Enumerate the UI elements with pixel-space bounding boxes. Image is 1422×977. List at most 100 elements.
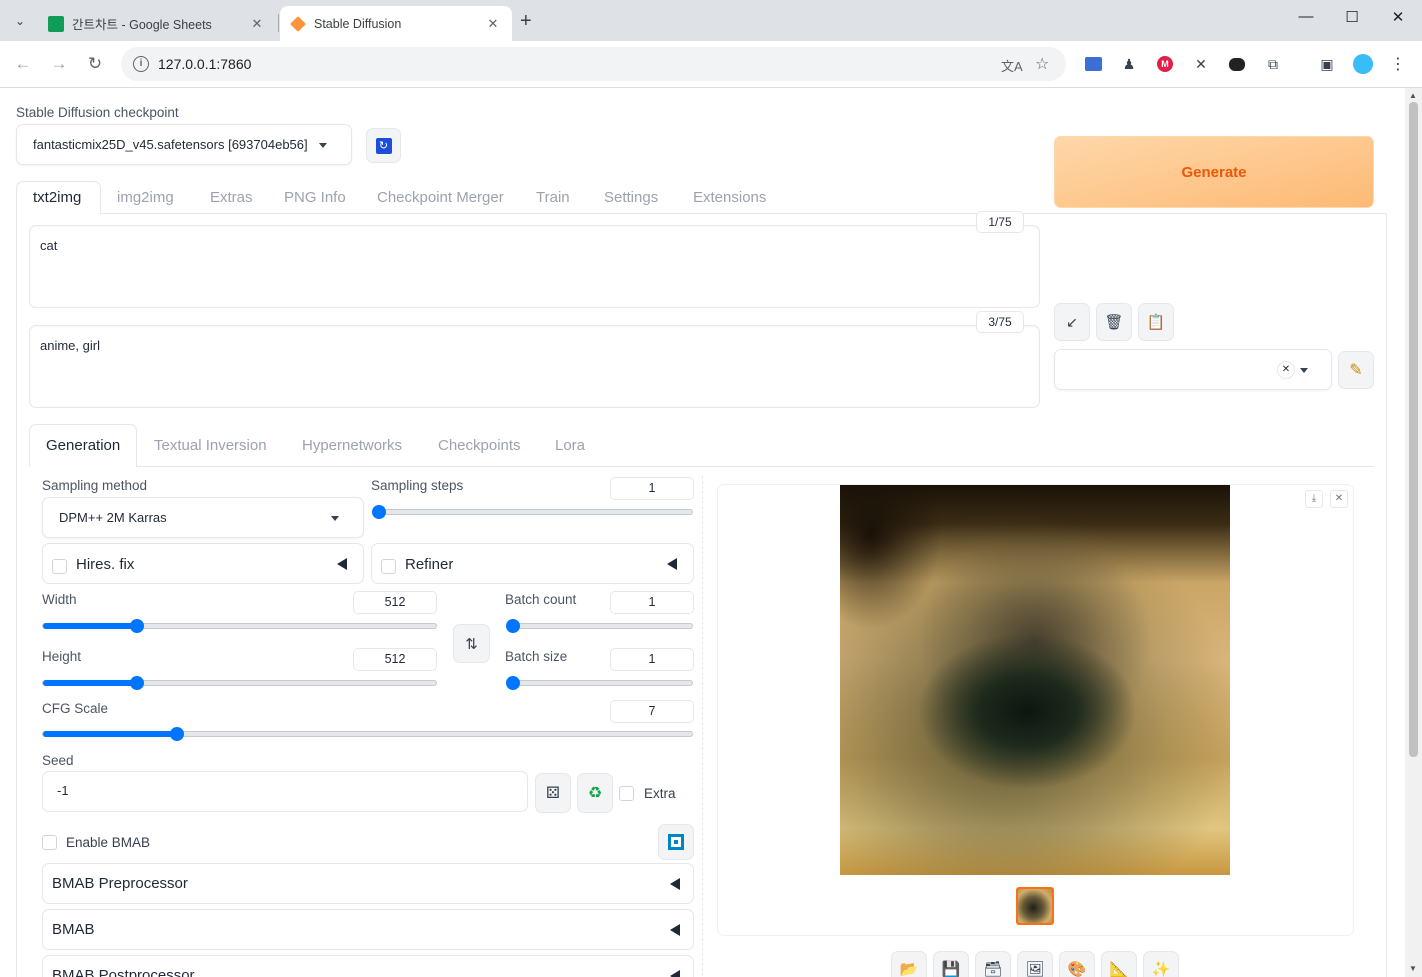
refresh-checkpoint-button[interactable]: ↻	[366, 128, 401, 163]
random-seed-button[interactable]: ⚄	[535, 773, 571, 813]
tab-lora[interactable]: Lora	[555, 429, 585, 462]
back-icon[interactable]: ←	[9, 51, 37, 77]
read-params-button[interactable]: ↙	[1054, 303, 1090, 341]
styles-select[interactable]: ✕	[1054, 349, 1332, 390]
recycle-icon: ♻	[587, 785, 603, 802]
minimize-icon[interactable]: —	[1283, 8, 1329, 25]
extension-blue-icon[interactable]	[1083, 54, 1103, 74]
reuse-seed-button[interactable]: ♻	[577, 773, 613, 813]
address-bar[interactable]: i 127.0.0.1:7860 文A ☆	[121, 47, 1066, 81]
enable-bmab-checkbox[interactable]	[42, 835, 57, 850]
generated-image-thumbnail[interactable]	[1016, 887, 1054, 925]
open-folder-button[interactable]: 📂	[891, 951, 927, 977]
scroll-up-icon[interactable]: ▲	[1409, 91, 1417, 100]
slider-handle[interactable]	[170, 727, 185, 741]
tab-checkpoint-merger[interactable]: Checkpoint Merger	[377, 181, 504, 214]
save-button[interactable]: 💾	[933, 951, 969, 977]
site-info-icon[interactable]: i	[133, 56, 149, 72]
close-tab-icon[interactable]: ✕	[484, 16, 502, 32]
translate-icon[interactable]: 文A	[1001, 56, 1023, 75]
slider-handle[interactable]	[506, 676, 520, 690]
slider-handle[interactable]	[506, 619, 520, 633]
hires-fix-checkbox[interactable]	[52, 559, 67, 574]
slider-handle[interactable]	[129, 619, 144, 633]
checkpoint-select[interactable]: fantasticmix25D_v45.safetensors [693704e…	[16, 124, 352, 165]
refiner-accordion[interactable]: Refiner	[371, 543, 694, 584]
forward-icon[interactable]: →	[45, 51, 73, 77]
width-input[interactable]: 512	[353, 591, 437, 614]
bmab-accordion[interactable]: BMAB	[42, 909, 694, 950]
generate-button[interactable]: Generate	[1054, 136, 1374, 208]
tab-img2img[interactable]: img2img	[117, 181, 174, 214]
tab-extras[interactable]: Extras	[210, 181, 253, 214]
batch-count-input[interactable]: 1	[610, 591, 694, 614]
zip-button[interactable]: 🗃	[975, 951, 1011, 977]
checkpoint-label: Stable Diffusion checkpoint	[16, 105, 179, 120]
send-to-inpaint-button[interactable]: 🎨	[1059, 951, 1095, 977]
apply-styles-button[interactable]: 📋	[1138, 303, 1174, 341]
send-to-extras-button[interactable]: 📐	[1101, 951, 1137, 977]
close-icon[interactable]: ✕	[1330, 490, 1348, 508]
clear-prompt-button[interactable]: 🗑	[1096, 303, 1132, 341]
sampling-steps-input[interactable]: 1	[610, 477, 694, 500]
tab-extensions[interactable]: Extensions	[693, 181, 766, 214]
extensions-puzzle-icon[interactable]: ⧉	[1263, 54, 1283, 74]
scrollbar-thumb[interactable]	[1409, 102, 1418, 757]
batch-size-input[interactable]: 1	[610, 648, 694, 671]
height-input[interactable]: 512	[353, 648, 437, 671]
page-scrollbar[interactable]: ▲ ▼	[1405, 88, 1422, 977]
tab-settings[interactable]: Settings	[604, 181, 658, 214]
send-to-img2img-button[interactable]: 🖼	[1017, 951, 1053, 977]
browser-menu-icon[interactable]: ⋮	[1388, 54, 1408, 74]
download-icon[interactable]: ⤓	[1305, 490, 1323, 508]
browser-tab-stable-diffusion[interactable]: Stable Diffusion ✕	[280, 6, 512, 41]
sampling-method-select[interactable]: DPM++ 2M Karras	[42, 497, 364, 538]
clear-selection-icon[interactable]: ✕	[1277, 361, 1295, 379]
bmab-stop-button[interactable]	[658, 824, 694, 860]
batch-size-slider[interactable]	[506, 676, 693, 690]
extension-cat-icon[interactable]	[1227, 54, 1247, 74]
width-slider[interactable]	[42, 619, 437, 633]
extension-x-icon[interactable]: ✕	[1191, 54, 1211, 74]
bmab-postprocessor-accordion[interactable]: BMAB Postprocessor	[42, 955, 694, 977]
tab-generation[interactable]: Generation	[46, 429, 120, 462]
tab-textual-inversion[interactable]: Textual Inversion	[154, 429, 267, 462]
generated-image[interactable]	[840, 485, 1230, 875]
cfg-scale-slider[interactable]	[42, 727, 693, 741]
close-window-icon[interactable]: ✕	[1375, 8, 1421, 26]
batch-count-slider[interactable]	[506, 619, 693, 633]
sampling-steps-slider[interactable]	[372, 505, 693, 519]
extension-m-icon[interactable]: M	[1155, 54, 1175, 74]
edit-styles-button[interactable]: ✎	[1338, 351, 1374, 389]
hires-fix-accordion[interactable]: Hires. fix	[42, 543, 364, 584]
prompt-textarea[interactable]: cat	[29, 225, 1040, 308]
bmab-preprocessor-accordion[interactable]: BMAB Preprocessor	[42, 863, 694, 904]
side-panel-icon[interactable]: ▣	[1317, 54, 1337, 74]
extension-ghost-icon[interactable]: ♟	[1119, 54, 1139, 74]
reload-icon[interactable]: ↻	[81, 51, 109, 77]
tab-txt2img[interactable]: txt2img	[33, 181, 81, 214]
tab-train[interactable]: Train	[536, 181, 570, 214]
slider-handle[interactable]	[129, 676, 144, 690]
tab-hypernetworks[interactable]: Hypernetworks	[302, 429, 402, 462]
new-tab-button[interactable]: +	[520, 10, 532, 32]
tab-search-icon[interactable]: ⌄	[8, 9, 32, 33]
browser-tab-sheets[interactable]: 간트차트 - Google Sheets ✕	[38, 6, 276, 41]
cfg-scale-input[interactable]: 7	[610, 700, 694, 723]
swap-dimensions-button[interactable]: ⇅	[453, 624, 490, 663]
hires-upscale-button[interactable]: ✨	[1143, 951, 1179, 977]
close-tab-icon[interactable]: ✕	[248, 16, 266, 32]
slider-handle[interactable]	[372, 505, 386, 519]
generation-tabs: Generation Textual Inversion Hypernetwor…	[0, 429, 1399, 461]
negative-prompt-textarea[interactable]: anime, girl	[29, 325, 1040, 408]
maximize-icon[interactable]: ☐	[1329, 8, 1375, 26]
tab-png-info[interactable]: PNG Info	[284, 181, 346, 214]
seed-extra-checkbox[interactable]	[619, 786, 634, 801]
refiner-checkbox[interactable]	[381, 559, 396, 574]
profile-avatar-icon[interactable]	[1353, 54, 1373, 74]
seed-input[interactable]: -1	[42, 771, 528, 812]
bookmark-star-icon[interactable]: ☆	[1035, 54, 1049, 74]
tab-checkpoints[interactable]: Checkpoints	[438, 429, 521, 462]
scroll-down-icon[interactable]: ▼	[1409, 964, 1417, 973]
height-slider[interactable]	[42, 676, 437, 690]
